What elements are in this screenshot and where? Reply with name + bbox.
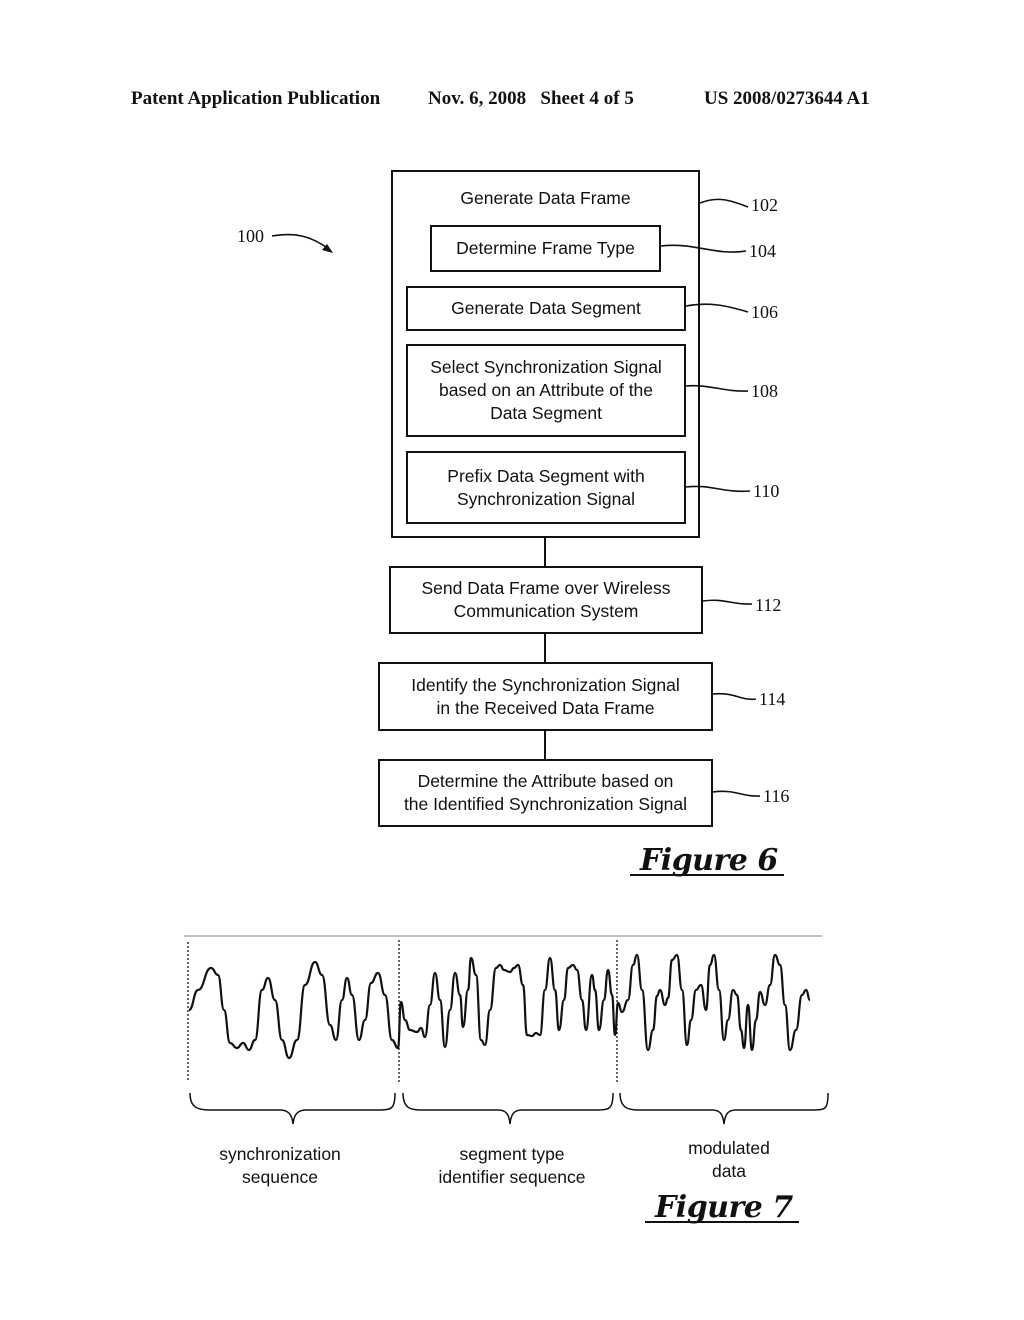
arrow-100	[271, 233, 331, 251]
synchronization-sequence-label: synchronization sequence	[219, 1144, 341, 1187]
brace-segment-type	[402, 1092, 614, 1125]
figure-7-caption: Figure 7	[645, 1190, 799, 1225]
leader-112	[702, 599, 753, 605]
leader-108	[683, 384, 749, 392]
brace-modulated-data	[619, 1092, 829, 1125]
modulated-data-label: modulated data	[688, 1138, 770, 1181]
leader-104	[660, 244, 747, 253]
leader-102	[699, 198, 749, 208]
brace-synchronization	[189, 1092, 396, 1125]
drawing-layer	[184, 198, 829, 1125]
leader-106	[685, 303, 749, 313]
caption-underline	[645, 1221, 799, 1223]
waveform	[188, 953, 811, 1060]
leader-114	[712, 692, 757, 701]
figure-7-caption-text: Figure 7	[655, 1190, 793, 1225]
leader-116	[712, 790, 761, 797]
leader-110	[685, 485, 751, 493]
segment-type-identifier-label: segment type identifier sequence	[438, 1144, 586, 1187]
